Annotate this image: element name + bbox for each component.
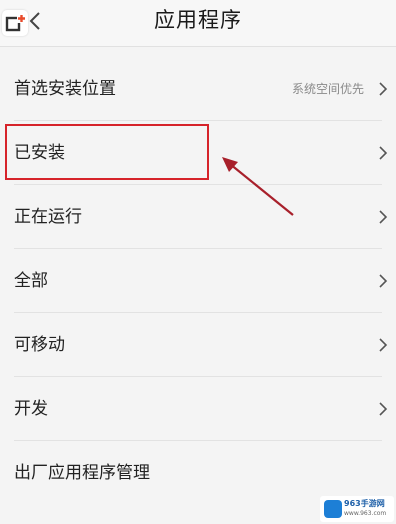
watermark: 963手游网 www.963.com bbox=[320, 496, 394, 522]
annotation-arrow-icon bbox=[222, 157, 294, 216]
watermark-logo-icon bbox=[324, 500, 342, 518]
watermark-sub: www.963.com bbox=[344, 510, 387, 517]
watermark-text: 963手游网 bbox=[344, 499, 385, 508]
